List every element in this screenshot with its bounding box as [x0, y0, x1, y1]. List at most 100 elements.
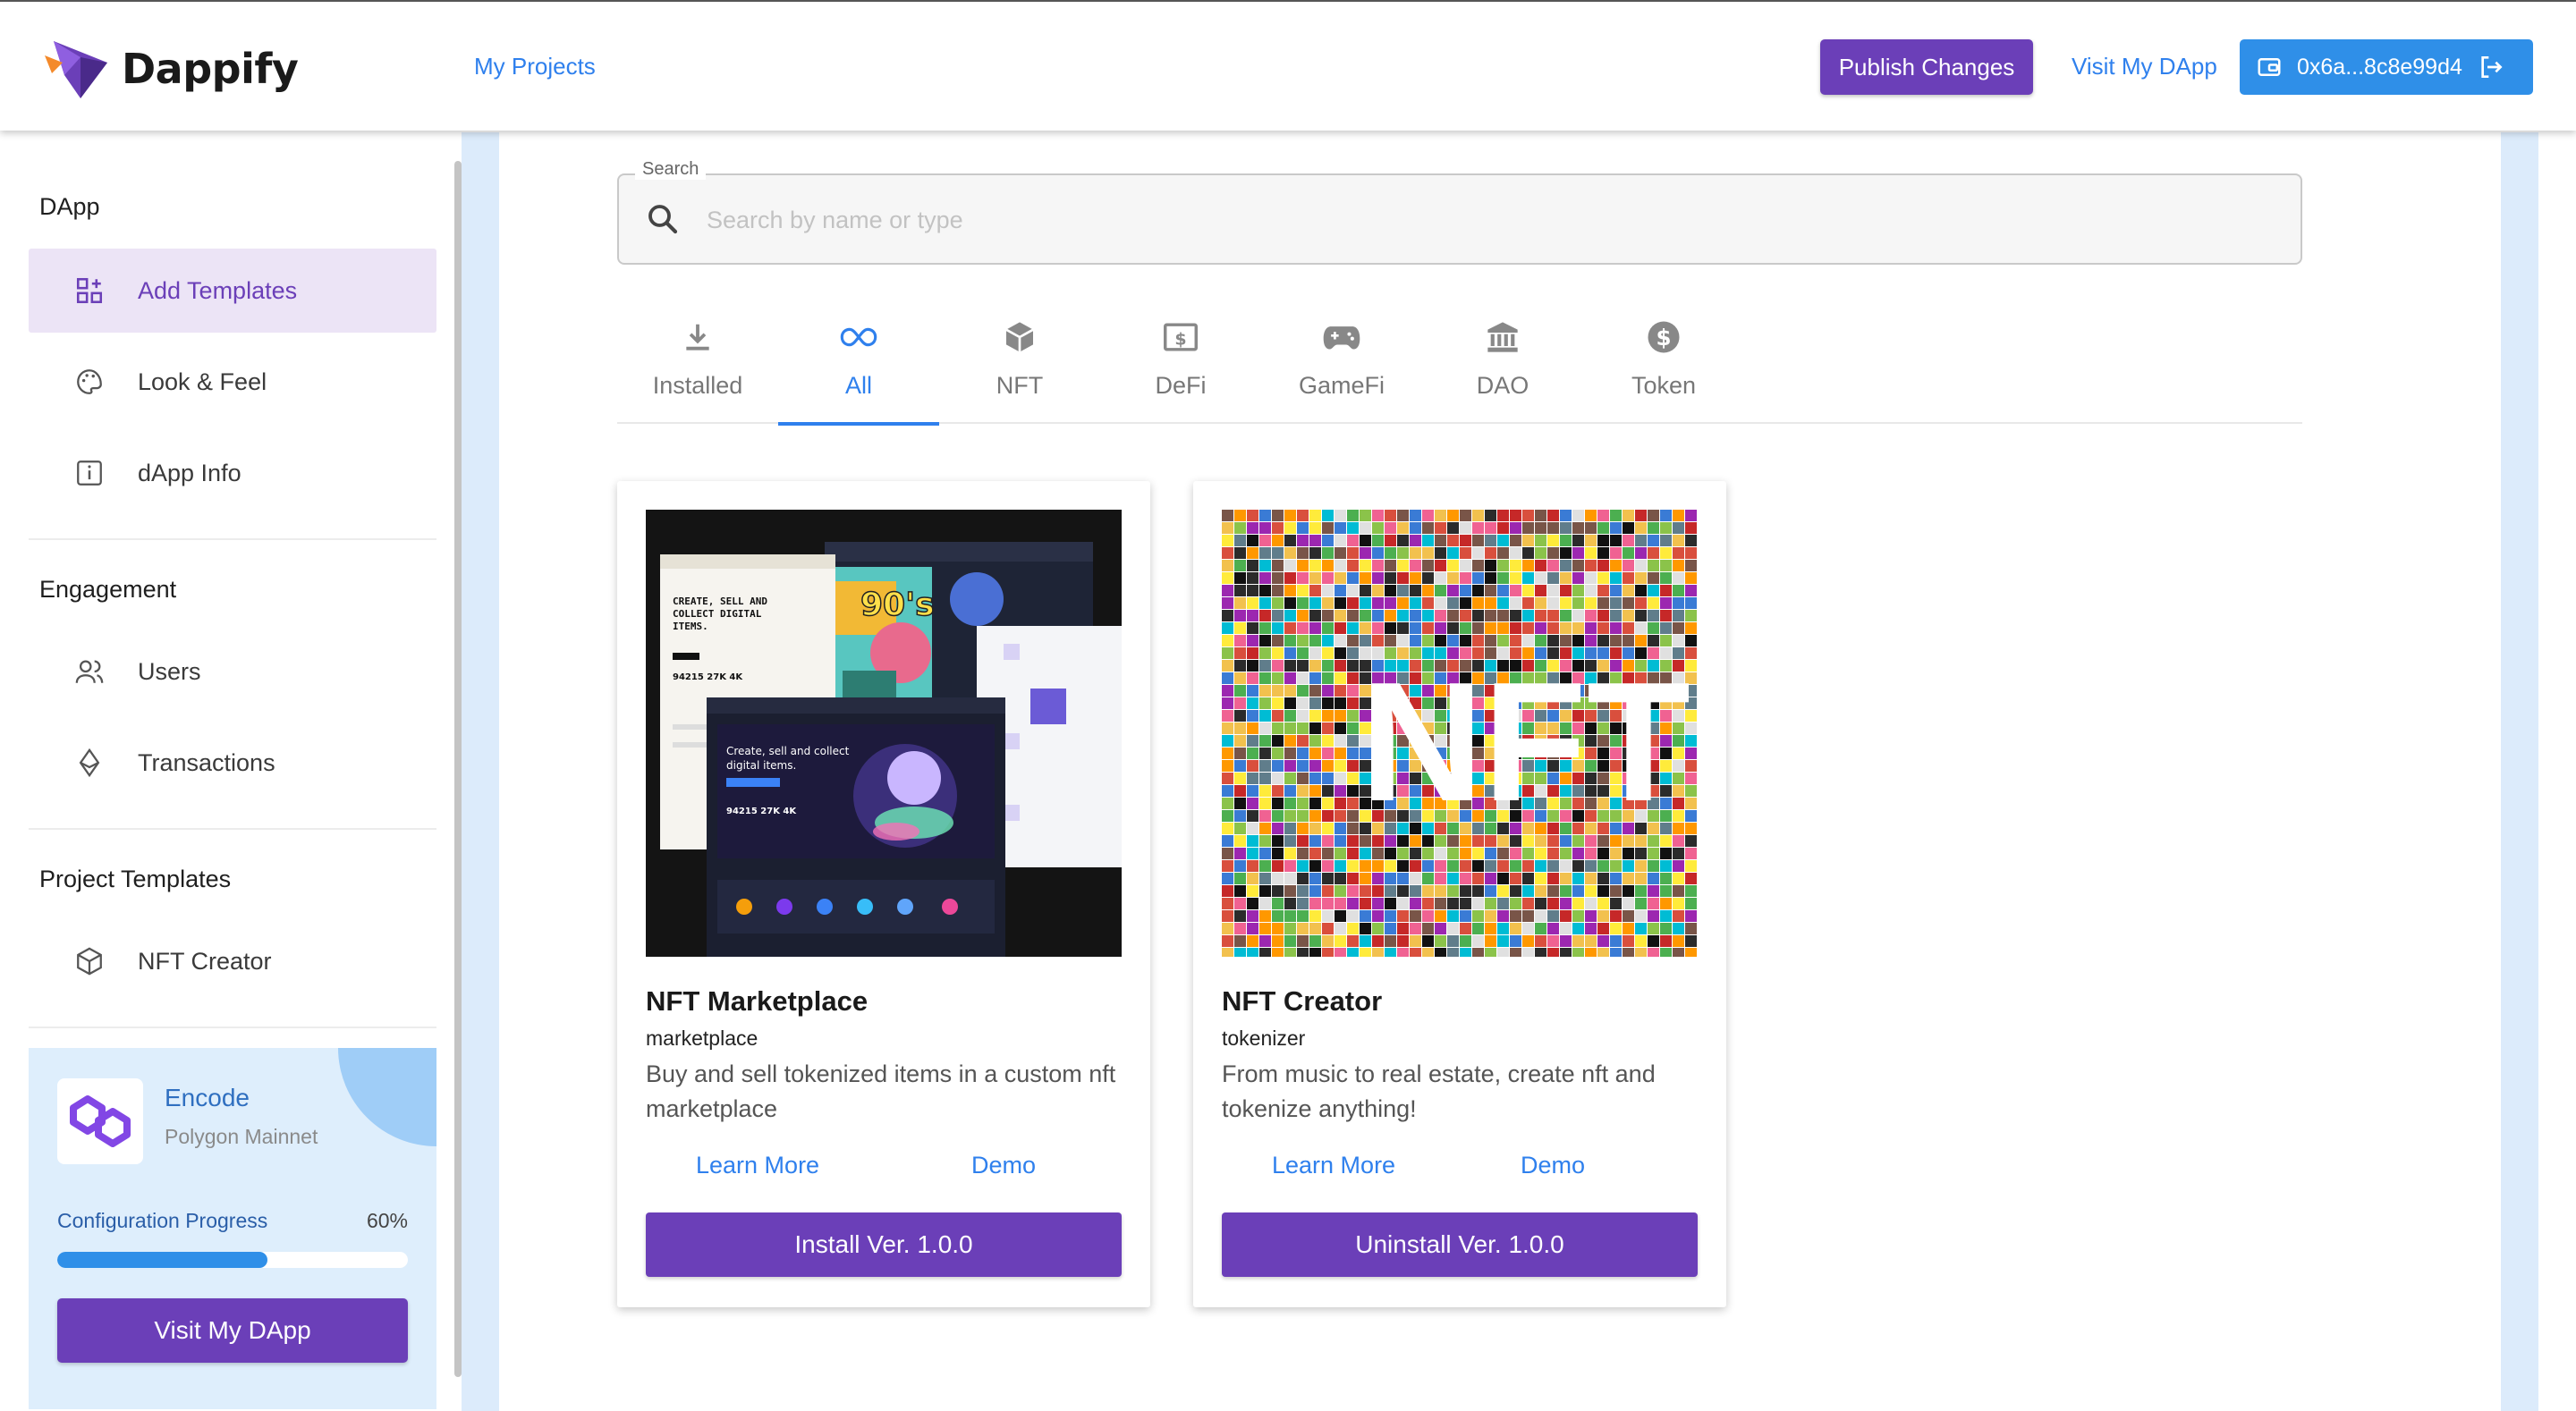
tab-dao[interactable]: DAO — [1422, 304, 1583, 424]
svg-text:$: $ — [1656, 325, 1671, 351]
sidebar-item-look-feel[interactable]: Look & Feel — [29, 340, 436, 424]
tab-nft[interactable]: NFT — [939, 304, 1100, 424]
tab-defi[interactable]: $ DeFi — [1100, 304, 1261, 424]
sidebar-section-project-templates: Project Templates — [39, 866, 232, 892]
top-header: Dappify My Projects Publish Changes Visi… — [0, 0, 2576, 131]
sidebar-item-label: Transactions — [138, 748, 275, 776]
demo-link[interactable]: Demo — [1521, 1152, 1585, 1179]
content-right-gutter — [2501, 132, 2538, 1411]
brand-logo[interactable]: Dappify — [45, 36, 299, 102]
sidebar-divider — [29, 1027, 436, 1028]
tab-label: Installed — [652, 372, 743, 399]
wallet-address: 0x6a...8c8e99d4 — [2297, 54, 2462, 80]
project-network: Polygon Mainnet — [165, 1125, 318, 1148]
visit-my-dapp-link[interactable]: Visit My DApp — [2072, 53, 2217, 80]
template-card-nft-creator: NFT NFT Creator tokenizer From music to … — [1193, 481, 1726, 1307]
category-tabs: Installed All NFT $ DeFi GameFi DAO $ To — [617, 304, 2302, 426]
content-left-gutter — [462, 132, 499, 1411]
search-label: Search — [635, 159, 707, 180]
card-title: NFT Marketplace — [646, 985, 869, 1017]
nft-overlay-text: NFT — [1360, 647, 1690, 837]
visit-dapp-button[interactable]: Visit My DApp — [57, 1298, 408, 1363]
sidebar-item-label: Look & Feel — [138, 368, 267, 395]
sidebar-scrollbar[interactable] — [454, 161, 462, 1377]
svg-text:COLLECT DIGITAL: COLLECT DIGITAL — [673, 608, 762, 620]
card-subtitle: marketplace — [646, 1027, 758, 1050]
wallet-button[interactable]: 0x6a...8c8e99d4 — [2240, 39, 2533, 95]
sidebar-item-label: NFT Creator — [138, 947, 272, 975]
sidebar-divider — [29, 538, 436, 540]
palette-icon — [73, 366, 106, 398]
tab-label: NFT — [996, 372, 1044, 399]
marketplace-preview-image: 90's CREATE, SELL AND COLLECT DIGITAL IT… — [646, 510, 1122, 957]
search-icon — [648, 205, 678, 234]
tab-all[interactable]: All — [778, 304, 939, 426]
learn-more-link[interactable]: Learn More — [1272, 1152, 1395, 1179]
sidebar-item-users[interactable]: Users — [29, 629, 436, 714]
sidebar-item-nft-creator[interactable]: NFT Creator — [29, 919, 436, 1003]
project-name[interactable]: Encode — [165, 1084, 250, 1112]
sidebar-divider — [29, 828, 436, 830]
ethereum-icon — [73, 747, 106, 779]
tab-label: DAO — [1476, 372, 1530, 399]
bank-icon — [1482, 317, 1523, 358]
svg-text:Create, sell and collect: Create, sell and collect — [726, 745, 850, 757]
sidebar-section-engagement: Engagement — [39, 576, 177, 603]
svg-text:CREATE, SELL AND: CREATE, SELL AND — [673, 596, 767, 607]
template-card-nft-marketplace: 90's CREATE, SELL AND COLLECT DIGITAL IT… — [617, 481, 1150, 1307]
tab-label: All — [844, 372, 872, 399]
svg-text:94215 27K 4K: 94215 27K 4K — [673, 672, 743, 682]
project-card: Encode Polygon Mainnet Configuration Pro… — [29, 1048, 436, 1409]
infinity-icon — [838, 317, 879, 358]
tab-token[interactable]: $ Token — [1583, 304, 1744, 424]
brand-name: Dappify — [122, 45, 299, 93]
progress-bar — [57, 1252, 408, 1268]
uninstall-button[interactable]: Uninstall Ver. 1.0.0 — [1222, 1212, 1698, 1277]
tab-gamefi[interactable]: GameFi — [1261, 304, 1422, 424]
grid-plus-icon — [73, 275, 106, 307]
dollar-coin-icon: $ — [1643, 317, 1684, 358]
sidebar-item-add-templates[interactable]: Add Templates — [29, 249, 436, 333]
sidebar-item-label: Add Templates — [138, 276, 298, 304]
cube-icon — [73, 945, 106, 977]
dollar-bill-icon: $ — [1160, 317, 1201, 358]
svg-text:94215 27K 4K: 94215 27K 4K — [726, 807, 797, 816]
learn-more-link[interactable]: Learn More — [696, 1152, 819, 1179]
sidebar-item-dapp-info[interactable]: dApp Info — [29, 431, 436, 515]
progress-percent: 60% — [366, 1209, 408, 1232]
search-input[interactable] — [707, 202, 2227, 238]
svg-text:90's: 90's — [860, 587, 935, 623]
publish-changes-button[interactable]: Publish Changes — [1820, 39, 2033, 95]
polygon-logo-icon — [57, 1078, 143, 1164]
logout-icon[interactable] — [2477, 53, 2505, 81]
sidebar-item-label: dApp Info — [138, 459, 242, 486]
tab-label: Token — [1631, 372, 1697, 399]
card-title: NFT Creator — [1222, 985, 1383, 1017]
tab-label: DeFi — [1155, 372, 1207, 399]
nft-collage-image: NFT — [1222, 510, 1698, 957]
download-icon — [677, 317, 718, 358]
wallet-icon — [2258, 58, 2281, 76]
info-icon — [73, 457, 106, 489]
tab-label: GameFi — [1298, 372, 1385, 399]
nav-my-projects-link[interactable]: My Projects — [474, 53, 596, 80]
install-button[interactable]: Install Ver. 1.0.0 — [646, 1212, 1122, 1277]
progress-bar-fill — [57, 1252, 268, 1268]
gamepad-icon — [1321, 317, 1362, 358]
sidebar-section-dapp: DApp — [39, 193, 100, 220]
sidebar-item-transactions[interactable]: Transactions — [29, 721, 436, 805]
progress-label: Configuration Progress — [57, 1209, 268, 1232]
sidebar-item-label: Users — [138, 657, 201, 685]
svg-text:$: $ — [1174, 330, 1186, 350]
tab-installed[interactable]: Installed — [617, 304, 778, 424]
card-description: Buy and sell tokenized items in a custom… — [646, 1060, 1116, 1122]
cube-icon — [999, 317, 1040, 358]
users-icon — [73, 655, 106, 688]
svg-text:digital items.: digital items. — [726, 759, 796, 772]
card-description: From music to real estate, create nft an… — [1222, 1060, 1656, 1122]
svg-text:ITEMS.: ITEMS. — [673, 621, 708, 632]
card-subtitle: tokenizer — [1222, 1027, 1306, 1050]
dappify-logo-icon — [45, 41, 107, 98]
demo-link[interactable]: Demo — [971, 1152, 1036, 1179]
decorative-circle — [338, 1048, 436, 1146]
